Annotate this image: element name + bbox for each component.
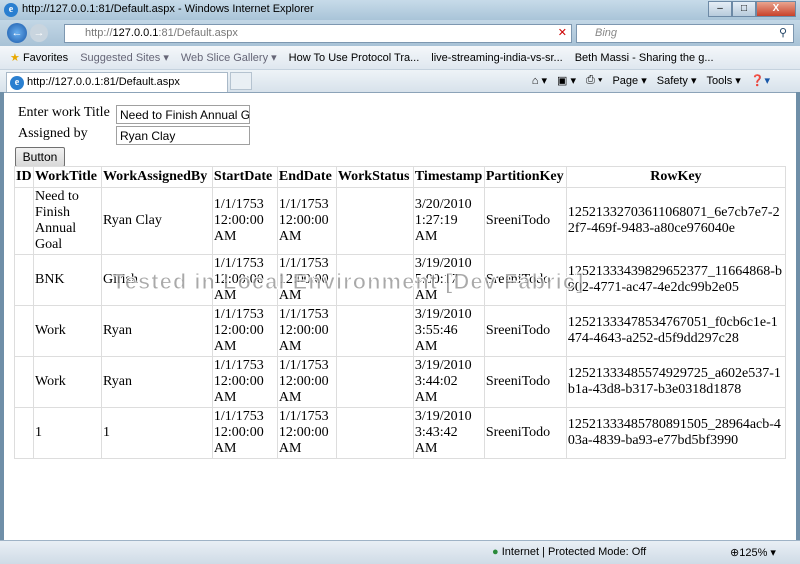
table-cell (335, 187, 414, 255)
zoom-level[interactable]: ⊕125% ▾ (730, 546, 776, 559)
zoom-icon: ⊕ (730, 547, 740, 559)
title-bar: e http://127.0.0.1:81/Default.aspx - Win… (0, 0, 800, 20)
table-cell: 1/1/1753 12:00:00 AM (211, 407, 278, 459)
table-cell (14, 187, 34, 255)
table-cell: 1/1/1753 12:00:00 AM (276, 187, 337, 255)
favorite-link[interactable]: Beth Massi - Sharing the g... (575, 52, 714, 64)
home-icon[interactable]: ⌂ ▾ (532, 74, 547, 87)
table-cell: 12521332703611068071_6e7cb7e7-22f7-469f-… (565, 187, 787, 255)
column-header: EndDate (276, 166, 337, 188)
table-cell: 1 (32, 407, 102, 459)
globe-icon: ● (492, 546, 499, 558)
work-title-input[interactable]: Need to Finish Annual Goal (116, 105, 250, 124)
favorites-bar: ★ Favorites Suggested Sites ▾ Web Slice … (0, 46, 800, 70)
search-input[interactable]: Bing ⚲ (576, 24, 794, 43)
table-cell: SreeniTodo (483, 356, 567, 408)
column-header: WorkStatus (335, 166, 414, 188)
table-cell: 3/19/2010 3:43:42 AM (412, 407, 485, 459)
favorites-button[interactable]: ★ Favorites (10, 51, 68, 64)
table-cell: 1/1/1753 12:00:00 AM (276, 305, 337, 357)
table-row: Need to Finish Annual Goal Ryan Clay 1/1/1… (14, 187, 787, 255)
close-button[interactable]: X (756, 1, 796, 17)
search-icon[interactable]: ⚲ (779, 26, 787, 39)
table-cell (14, 356, 34, 408)
table-row: 1 1 1/1/1753 12:00:00 AM 1/1/1753 12:00:00 … (14, 407, 787, 459)
table-cell: 12521333485574929725_a602e537-1b1a-43d8-… (565, 356, 787, 408)
column-header: StartDate (211, 166, 278, 188)
table-cell: 12521333478534767051_f0cb6c1e-1474-4643-… (565, 305, 787, 357)
status-bar: ● Internet | Protected Mode: Off ⊕125% ▾ (0, 540, 800, 564)
work-table: ID WorkTitle WorkAssignedBy StartDate EndDat… (14, 166, 787, 459)
table-cell: SreeniTodo (483, 305, 567, 357)
table-cell: 3/19/2010 3:55:46 AM (412, 305, 485, 357)
back-button[interactable]: ← (7, 23, 27, 43)
table-cell: Work (32, 356, 102, 408)
table-cell: 1 (100, 407, 213, 459)
table-cell: SreeniTodo (483, 407, 567, 459)
favorite-link[interactable]: Suggested Sites ▾ (80, 51, 169, 64)
help-icon[interactable]: ❓▾ (751, 74, 770, 87)
table-cell: 12521333439829652377_11664868-b902-4771-… (565, 254, 787, 306)
column-header: WorkTitle (32, 166, 102, 188)
favorite-link[interactable]: live-streaming-india-vs-sr... (431, 52, 562, 64)
forward-button[interactable]: → (30, 24, 48, 42)
column-header: ID (14, 166, 34, 188)
new-tab-button[interactable] (230, 72, 252, 90)
table-row: Work Ryan 1/1/1753 12:00:00 AM 1/1/1753 12:… (14, 305, 787, 357)
table-cell: Work (32, 305, 102, 357)
ie-icon: e (4, 3, 18, 17)
table-cell: SreeniTodo (483, 187, 567, 255)
table-cell: Ryan (100, 305, 213, 357)
favorite-link[interactable]: Web Slice Gallery ▾ (181, 51, 277, 64)
table-cell (14, 407, 34, 459)
watermark: Tested in Local Environment [Dev Fabric] (111, 269, 585, 295)
page-content: Enter work Title Need to Finish Annual G… (4, 92, 796, 540)
minimize-button[interactable]: – (708, 1, 732, 17)
tools-menu[interactable]: Tools ▾ (707, 74, 741, 87)
feeds-icon[interactable]: ▣ ▾ (557, 74, 576, 87)
table-cell (335, 407, 414, 459)
table-cell: 1/1/1753 12:00:00 AM (211, 356, 278, 408)
safety-menu[interactable]: Safety ▾ (657, 74, 697, 87)
submit-button[interactable]: Button (15, 147, 65, 167)
assigned-label: Assigned by (18, 126, 88, 141)
column-header: PartitionKey (483, 166, 567, 188)
tab-bar: e http://127.0.0.1:81/Default.aspx ⌂ ▾ ▣ … (0, 70, 800, 92)
star-icon: ★ (10, 52, 20, 64)
maximize-button[interactable]: □ (732, 1, 756, 17)
table-cell: 3/20/2010 1:27:19 AM (412, 187, 485, 255)
table-cell: 12521333485780891505_28964acb-403a-4839-… (565, 407, 787, 459)
ie-icon: e (10, 76, 24, 90)
table-row: Work Ryan 1/1/1753 12:00:00 AM 1/1/1753 12:… (14, 356, 787, 408)
table-cell: 1/1/1753 12:00:00 AM (211, 305, 278, 357)
stop-icon[interactable]: ✕ (558, 26, 567, 39)
table-cell: 1/1/1753 12:00:00 AM (276, 407, 337, 459)
assigned-by-input[interactable]: Ryan Clay (116, 126, 250, 145)
title-label: Enter work Title (18, 105, 110, 120)
window-title: http://127.0.0.1:81/Default.aspx - Windo… (22, 3, 314, 15)
table-cell (335, 356, 414, 408)
table-cell (14, 254, 34, 306)
tab-default[interactable]: e http://127.0.0.1:81/Default.aspx (6, 72, 228, 92)
table-cell (14, 305, 34, 357)
address-bar[interactable]: http://127.0.0.1:81/Default.aspx ✕ (64, 24, 572, 43)
favorite-link[interactable]: How To Use Protocol Tra... (289, 52, 420, 64)
column-header: RowKey (565, 166, 787, 188)
print-icon[interactable]: ⎙ ▾ (586, 74, 602, 87)
security-zone[interactable]: ● Internet | Protected Mode: Off (492, 546, 646, 558)
table-cell: 1/1/1753 12:00:00 AM (211, 187, 278, 255)
table-cell: BNK (32, 254, 102, 306)
table-cell: Need to Finish Annual Goal (32, 187, 102, 255)
column-header: WorkAssignedBy (100, 166, 213, 188)
table-cell: 1/1/1753 12:00:00 AM (276, 356, 337, 408)
table-cell: Ryan Clay (100, 187, 213, 255)
table-cell: Ryan (100, 356, 213, 408)
column-header: Timestamp (412, 166, 485, 188)
table-cell (335, 305, 414, 357)
navigation-bar: ← → http://127.0.0.1:81/Default.aspx ✕ B… (0, 20, 800, 46)
page-menu[interactable]: Page ▾ (612, 74, 646, 87)
table-cell: 3/19/2010 3:44:02 AM (412, 356, 485, 408)
